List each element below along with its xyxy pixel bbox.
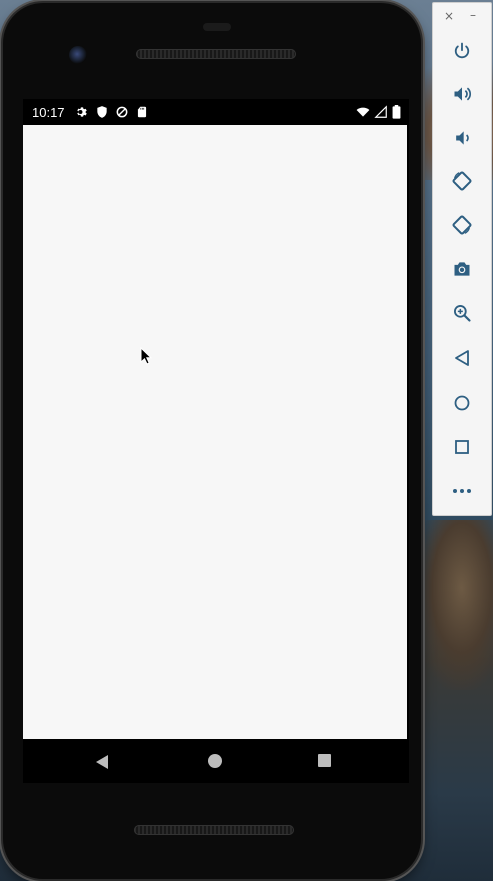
app-content-area[interactable] (23, 125, 407, 739)
volume-down-button[interactable] (433, 120, 491, 156)
status-time: 10:17 (32, 105, 65, 120)
power-icon (454, 42, 470, 59)
rotate-right-button[interactable] (433, 207, 491, 243)
zoom-button[interactable] (433, 295, 491, 331)
phone-screen: 10:17 (23, 99, 409, 783)
home-button[interactable] (433, 385, 491, 421)
zoom-icon (454, 305, 471, 322)
wifi-icon (356, 107, 370, 117)
battery-icon (392, 105, 401, 119)
more-dots-icon (453, 489, 471, 493)
screenshot-button[interactable] (433, 251, 491, 287)
toolbar-window-controls: × – (433, 7, 491, 25)
shield-icon (97, 106, 107, 118)
phone-frame: 10:17 (3, 3, 421, 879)
minimize-button[interactable]: – (470, 8, 476, 22)
rotate-left-button[interactable] (433, 163, 491, 199)
nav-recents-button[interactable] (318, 754, 331, 767)
earpiece-speaker (136, 49, 296, 59)
nav-home-button[interactable] (208, 754, 222, 768)
volume-down-icon (456, 131, 469, 145)
status-icons-left (75, 105, 149, 119)
data-saver-icon (116, 106, 128, 118)
close-button[interactable]: × (444, 9, 454, 23)
power-button[interactable] (433, 33, 491, 69)
emulator-toolbar: × – (432, 2, 492, 516)
settings-icon (77, 107, 87, 117)
bottom-speaker (134, 825, 294, 835)
back-button[interactable] (433, 340, 491, 376)
overview-button[interactable] (433, 429, 491, 465)
overview-square-icon (455, 440, 469, 454)
status-icons-right (356, 105, 401, 119)
cell-signal-icon (374, 105, 387, 118)
sd-card-icon (137, 106, 147, 118)
desktop-background-rock (415, 520, 493, 690)
volume-up-button[interactable] (433, 76, 491, 112)
volume-up-icon (454, 87, 472, 101)
rotate-right-icon (452, 215, 472, 235)
mouse-cursor-icon (140, 347, 152, 365)
home-circle-icon (454, 395, 470, 411)
rotate-left-icon (452, 171, 472, 191)
camera-icon (454, 262, 470, 276)
nav-back-button[interactable] (95, 754, 109, 770)
front-camera (69, 46, 87, 64)
status-bar: 10:17 (23, 99, 409, 125)
back-triangle-icon (455, 350, 469, 366)
more-button[interactable] (433, 473, 491, 509)
navigation-bar (23, 739, 409, 783)
proximity-sensor (203, 23, 231, 31)
